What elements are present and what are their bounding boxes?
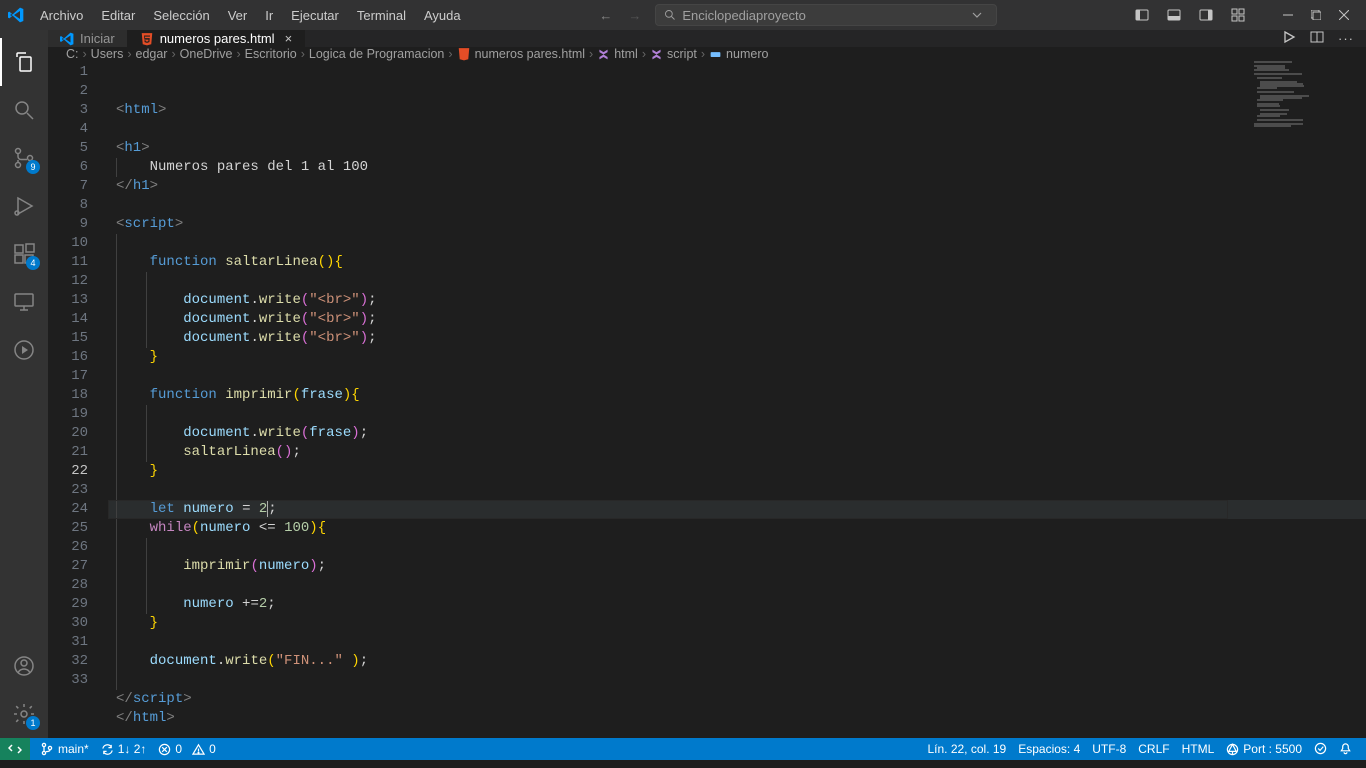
nav-back-icon[interactable]: ←	[599, 8, 612, 23]
menu-ir[interactable]: Ir	[257, 4, 281, 27]
breadcrumb-segment[interactable]: script	[650, 47, 697, 61]
accounts-icon[interactable]	[0, 642, 48, 690]
menu-archivo[interactable]: Archivo	[32, 4, 91, 27]
editor-group: Iniciarnumeros pares.html× ··· C:›Users›…	[48, 30, 1366, 738]
more-actions-icon[interactable]: ···	[1338, 31, 1354, 46]
testing-icon[interactable]	[0, 326, 48, 374]
scm-badge: 9	[26, 160, 40, 174]
main-menu: ArchivoEditarSelecciónVerIrEjecutarTermi…	[32, 4, 469, 27]
line-gutter: 1234567891011121314151617181920212223242…	[48, 61, 108, 766]
explorer-icon[interactable]	[0, 38, 48, 86]
breadcrumb-segment[interactable]: html	[597, 47, 638, 61]
minimize-icon[interactable]	[1274, 1, 1302, 29]
layout-controls	[1128, 1, 1252, 29]
settings-badge: 1	[26, 716, 40, 730]
toggle-panel-bottom-icon[interactable]	[1160, 1, 1188, 29]
toggle-panel-left-icon[interactable]	[1128, 1, 1156, 29]
run-icon[interactable]	[1282, 30, 1296, 47]
code-editor[interactable]: 1234567891011121314151617181920212223242…	[48, 61, 1366, 766]
breadcrumb-segment[interactable]: C:	[66, 47, 79, 61]
breadcrumb-segment[interactable]: Escritorio	[245, 47, 297, 61]
source-control-icon[interactable]: 9	[0, 134, 48, 182]
extensions-icon[interactable]: 4	[0, 230, 48, 278]
title-bar: ArchivoEditarSelecciónVerIrEjecutarTermi…	[0, 0, 1366, 30]
breadcrumb-segment[interactable]: numeros pares.html	[457, 47, 585, 61]
chevron-down-icon	[972, 8, 988, 23]
breadcrumb-bar[interactable]: C:›Users›edgar›OneDrive›Escritorio›Logic…	[48, 47, 1366, 61]
vscode-logo-icon	[8, 7, 24, 23]
breadcrumb-segment[interactable]: Users	[91, 47, 124, 61]
run-debug-icon[interactable]	[0, 182, 48, 230]
activity-bar: 9 4 1	[0, 30, 48, 738]
breadcrumb-segment[interactable]: edgar	[136, 47, 168, 61]
menu-ayuda[interactable]: Ayuda	[416, 4, 469, 27]
menu-editar[interactable]: Editar	[93, 4, 143, 27]
toggle-panel-right-icon[interactable]	[1192, 1, 1220, 29]
command-center-search[interactable]: Enciclopediaproyecto	[655, 4, 997, 26]
settings-gear-icon[interactable]: 1	[0, 690, 48, 738]
split-editor-icon[interactable]	[1310, 30, 1324, 47]
tab-close-icon[interactable]: ×	[285, 31, 293, 46]
extensions-badge: 4	[26, 256, 40, 270]
menu-selección[interactable]: Selección	[145, 4, 217, 27]
maximize-icon[interactable]	[1302, 1, 1330, 29]
remote-explorer-icon[interactable]	[0, 278, 48, 326]
menu-terminal[interactable]: Terminal	[349, 4, 414, 27]
remote-indicator[interactable]	[0, 738, 30, 760]
main-area: 9 4 1 Iniciarnumeros pares.html× ··· C:›…	[0, 30, 1366, 738]
search-placeholder: Enciclopediaproyecto	[682, 8, 806, 23]
tab-bar: Iniciarnumeros pares.html× ···	[48, 30, 1366, 47]
window-controls	[1274, 1, 1358, 29]
breadcrumb-segment[interactable]: OneDrive	[180, 47, 233, 61]
close-icon[interactable]	[1330, 1, 1358, 29]
customize-layout-icon[interactable]	[1224, 1, 1252, 29]
nav-arrows: ← →	[599, 8, 641, 23]
breadcrumb-segment[interactable]: Logica de Programacion	[309, 47, 445, 61]
tab-numeros-pares.html[interactable]: numeros pares.html×	[128, 30, 305, 47]
menu-ver[interactable]: Ver	[220, 4, 256, 27]
breadcrumb-segment[interactable]: numero	[709, 47, 768, 61]
search-activity-icon[interactable]	[0, 86, 48, 134]
tab-iniciar[interactable]: Iniciar	[48, 30, 128, 47]
nav-forward-icon[interactable]: →	[628, 8, 641, 23]
editor-actions: ···	[1282, 30, 1366, 47]
code-content[interactable]: <html><h1> Numeros pares del 1 al 100</h…	[108, 61, 1366, 766]
search-icon	[664, 9, 676, 21]
menu-ejecutar[interactable]: Ejecutar	[283, 4, 347, 27]
